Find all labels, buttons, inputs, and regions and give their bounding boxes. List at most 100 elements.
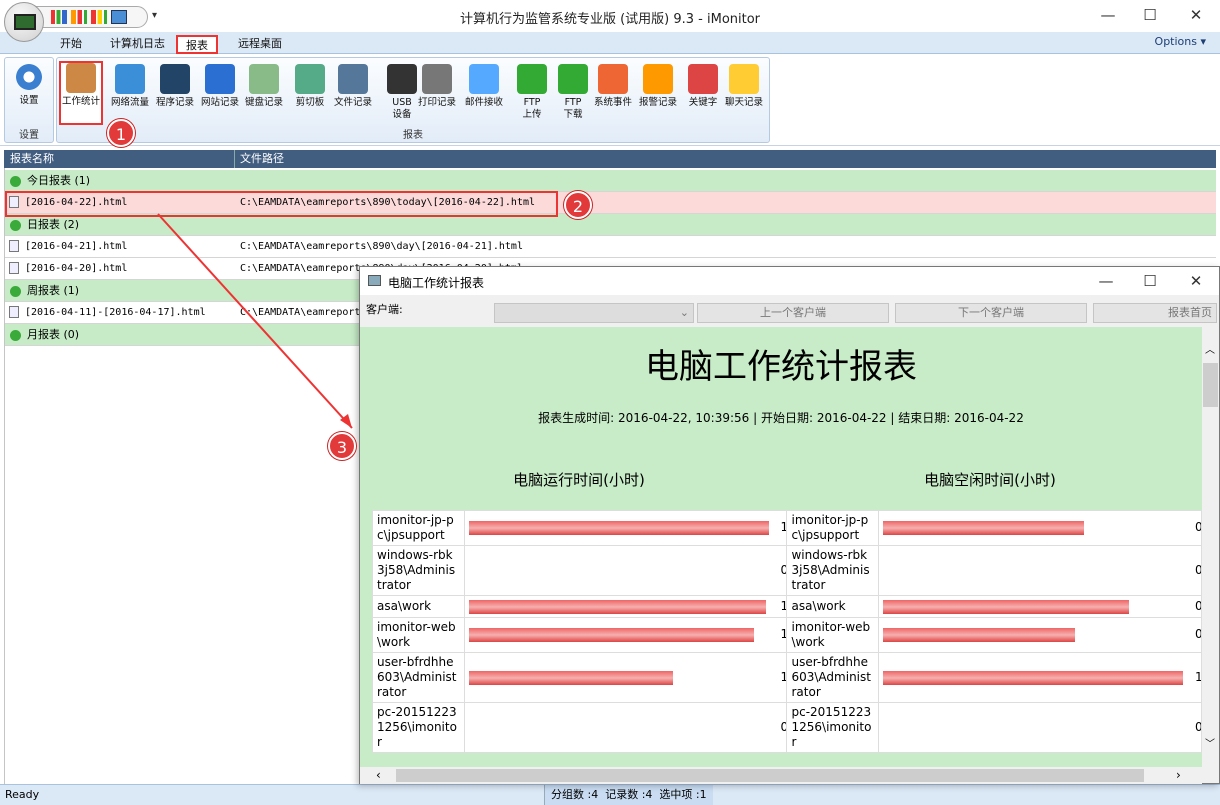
report-table-row: user-bfrdhhe603\Administrator1.user-bfrd…	[372, 652, 1202, 703]
scroll-down-icon[interactable]: ﹀	[1205, 735, 1215, 750]
report-maximize-button[interactable]: ☐	[1130, 270, 1170, 292]
ribbon-button-label: FTP 下载	[563, 97, 583, 120]
printer-icon	[422, 64, 452, 94]
clipboard-icon	[295, 64, 325, 94]
ribbon-button-label: 网站记录	[200, 97, 239, 108]
idle-time-bar-cell: 0	[878, 545, 1202, 596]
idle-time-value: 0	[1195, 719, 1201, 734]
report-toolbar: 客户端: ⌄ 上一个客户端 下一个客户端 报表首页	[360, 295, 1219, 327]
idle-time-bar-cell: 0	[878, 617, 1202, 653]
ribbon-button-file[interactable]: 文件记录	[331, 64, 375, 109]
status-ready: Ready	[5, 788, 40, 801]
prev-client-button[interactable]: 上一个客户端	[697, 303, 889, 323]
idle-time-header: 电脑空闲时间(小时)	[924, 471, 1056, 489]
ribbon-button-keyboard[interactable]: 键盘记录	[242, 64, 286, 109]
report-name: 周报表 (1)	[27, 284, 80, 297]
window-title: 计算机行为监管系统专业版 (试用版) 9.3 - iMonitor	[459, 12, 761, 27]
ribbon-button-label: 键盘记录	[244, 97, 283, 108]
report-home-button[interactable]: 报表首页	[1093, 303, 1217, 323]
ribbon-button-warning[interactable]: 报警记录	[636, 64, 680, 109]
run-time-value: 1.	[780, 598, 787, 613]
report-window-titlebar: 电脑工作统计报表 — ☐ ✕	[360, 267, 1219, 295]
ribbon-button-printer[interactable]: 打印记录	[415, 64, 459, 109]
client-name-cell: pc-201512231256\imonitor	[786, 702, 880, 753]
tab-computer-log[interactable]: 计算机日志	[102, 35, 173, 54]
settings-group: 设置 设置	[4, 57, 54, 143]
column-file-path[interactable]: 文件路径	[240, 150, 284, 168]
report-row[interactable]: [2016-04-22].html C:\EAMDATA\eamreports\8…	[4, 192, 1216, 214]
idle-time-value: 0	[1195, 627, 1201, 641]
ribbon-button-label: FTP 上传	[522, 97, 542, 120]
scroll-up-icon[interactable]: ︿	[1205, 341, 1215, 356]
report-group: 报表 工作统计 网络流量 程序记录 网站记录 键盘记录 剪切板 文件记录 USB 设备 打印记录…	[56, 57, 770, 143]
scroll-right-icon[interactable]: ›	[1176, 768, 1181, 782]
report-name: 今日报表 (1)	[27, 174, 91, 187]
expand-icon[interactable]	[10, 329, 21, 341]
expand-icon[interactable]	[10, 219, 21, 231]
close-button[interactable]: ✕	[1176, 4, 1216, 26]
users-report-icon	[66, 63, 96, 93]
client-name-cell: imonitor-jp-pc\jpsupport	[786, 510, 880, 546]
warning-icon	[643, 64, 673, 94]
chevron-down-icon: ⌄	[679, 306, 689, 319]
options-menu[interactable]: Options ▾	[1155, 35, 1206, 48]
ribbon-button-download[interactable]: FTP 下载	[551, 64, 595, 121]
run-time-value: 1.	[780, 520, 787, 534]
hscroll-thumb[interactable]	[396, 769, 1144, 782]
document-icon	[9, 240, 19, 252]
report-vertical-scrollbar[interactable]: ︿ ﹀	[1202, 327, 1219, 767]
report-name: [2016-04-22].html	[25, 197, 128, 208]
report-group-row[interactable]: 日报表 (2)	[4, 214, 1216, 236]
report-table-row: imonitor-jp-pc\jpsupport1.imonitor-jp-pc…	[372, 510, 1202, 546]
idle-time-bar	[883, 628, 1076, 642]
expand-icon[interactable]	[10, 285, 21, 297]
keyword-icon	[688, 64, 718, 94]
ribbon-button-clipboard[interactable]: 剪切板	[288, 64, 332, 109]
client-name-cell: windows-rbk3j58\Administrator	[372, 545, 465, 596]
report-name: [2016-04-11]-[2016-04-17].html	[25, 307, 206, 318]
next-client-button[interactable]: 下一个客户端	[895, 303, 1087, 323]
tab-start[interactable]: 开始	[52, 35, 90, 54]
document-icon	[9, 306, 19, 318]
report-name: [2016-04-20].html	[25, 263, 128, 274]
report-group-row[interactable]: 今日报表 (1)	[4, 170, 1216, 192]
ribbon-button-mail[interactable]: 邮件接收	[462, 64, 506, 109]
column-report-name[interactable]: 报表名称	[10, 150, 54, 168]
run-time-bar-cell: 1.	[463, 510, 788, 546]
run-time-header: 电脑运行时间(小时)	[513, 471, 645, 489]
report-minimize-button[interactable]: —	[1086, 270, 1126, 292]
ribbon-button-windows[interactable]: 系统事件	[591, 64, 635, 109]
ribbon-button-label: 工作统计	[61, 96, 100, 107]
tab-remote-desktop[interactable]: 远程桌面	[230, 35, 290, 54]
report-path: C:\EAMDATA\eamreports\890\day\[2016-04-2…	[240, 241, 523, 252]
report-window: 电脑工作统计报表 — ☐ ✕ 客户端: ⌄ 上一个客户端 下一个客户端 报表首页…	[359, 266, 1220, 784]
run-time-bar-cell: 1.	[463, 652, 788, 703]
ribbon-button-keyword[interactable]: 关键字	[681, 64, 725, 109]
minimize-button[interactable]: —	[1088, 4, 1128, 26]
ribbon-button-users-report[interactable]: 工作统计	[59, 61, 103, 125]
idle-time-value: 0	[1195, 562, 1201, 577]
settings-button[interactable]: 设置	[7, 62, 51, 107]
chat-icon	[729, 64, 759, 94]
ribbon-button-globe[interactable]: 网站记录	[198, 64, 242, 109]
expand-icon[interactable]	[10, 175, 21, 187]
ribbon-button-chat[interactable]: 聊天记录	[722, 64, 766, 109]
scroll-left-icon[interactable]: ‹	[376, 768, 381, 782]
ribbon-button-upload[interactable]: FTP 上传	[510, 64, 554, 121]
maximize-button[interactable]: ☐	[1130, 4, 1170, 26]
ribbon-button-terminal[interactable]: 程序记录	[153, 64, 197, 109]
terminal-icon	[160, 64, 190, 94]
vscroll-thumb[interactable]	[1203, 363, 1218, 407]
globe-icon	[205, 64, 235, 94]
ribbon-button-network[interactable]: 网络流量	[108, 64, 152, 109]
client-select[interactable]: ⌄	[494, 303, 694, 323]
report-row[interactable]: [2016-04-21].html C:\EAMDATA\eamreports\8…	[4, 236, 1216, 258]
report-close-button[interactable]: ✕	[1176, 270, 1216, 292]
upload-icon	[517, 64, 547, 94]
app-logo-icon[interactable]	[4, 2, 44, 42]
report-horizontal-scrollbar[interactable]: ‹ ›	[360, 767, 1202, 784]
idle-time-bar	[883, 599, 1130, 614]
client-name-cell: windows-rbk3j58\Administrator	[786, 545, 880, 596]
run-time-bar-cell: 1.	[463, 617, 788, 653]
tab-report[interactable]: 报表	[176, 35, 218, 54]
